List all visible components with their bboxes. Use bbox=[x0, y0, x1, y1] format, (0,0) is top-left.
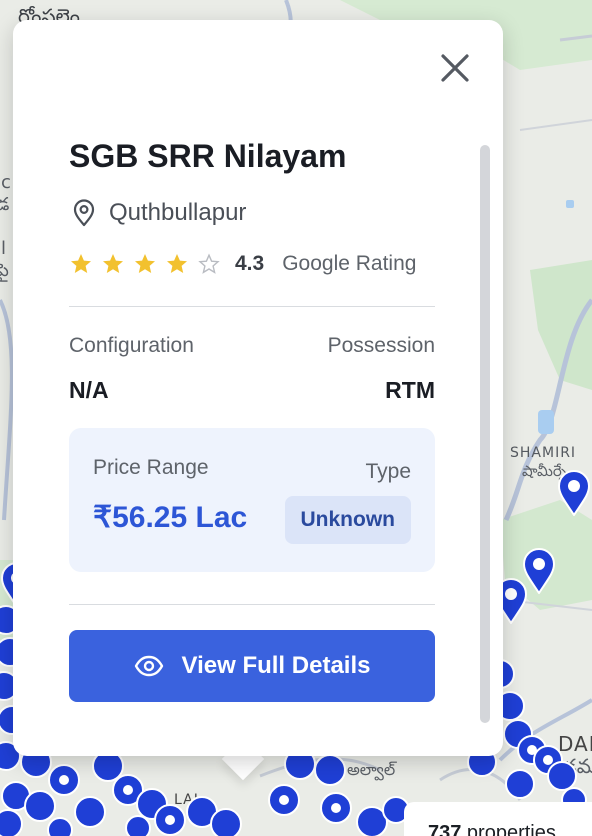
property-location: Quthbullapur bbox=[69, 198, 246, 228]
view-full-details-label: View Full Details bbox=[181, 652, 371, 679]
close-icon bbox=[441, 54, 469, 82]
location-text: Quthbullapur bbox=[109, 199, 247, 226]
property-count-chip: 737 properties bbox=[404, 802, 592, 836]
popup-scrollbar[interactable] bbox=[480, 145, 490, 723]
divider bbox=[69, 604, 435, 605]
property-count: 737 bbox=[428, 822, 462, 836]
star-filled-icon bbox=[135, 254, 155, 273]
possession-label: Possession bbox=[327, 334, 435, 357]
star-filled-icon bbox=[71, 254, 91, 273]
rating-label: Google Rating bbox=[282, 252, 417, 275]
type-label: Type bbox=[365, 460, 411, 483]
divider bbox=[69, 306, 435, 307]
possession-value: RTM bbox=[385, 377, 435, 403]
map-label: డ bbox=[0, 194, 10, 215]
map-label: ll bbox=[0, 238, 7, 259]
price-box: Price Range Type ₹56.25 Lac Unknown bbox=[69, 428, 435, 572]
price-range-value: ₹56.25 Lac bbox=[93, 501, 248, 534]
property-popup-card: SGB SRR Nilayam Quthbullapur 4.3 Google … bbox=[13, 20, 503, 756]
price-range-label: Price Range bbox=[93, 456, 209, 479]
eye-icon bbox=[134, 655, 163, 677]
map-label: పై bbox=[0, 260, 9, 281]
location-pin-icon bbox=[73, 199, 95, 227]
star-filled-icon bbox=[103, 254, 123, 273]
property-count-suffix: properties bbox=[461, 822, 556, 836]
rating-row: 4.3 Google Rating bbox=[69, 252, 416, 276]
map-label: ic bbox=[0, 172, 11, 193]
star-filled-icon bbox=[167, 254, 187, 273]
configuration-value: N/A bbox=[69, 377, 109, 403]
rating-value: 4.3 bbox=[235, 252, 265, 275]
view-full-details-button[interactable]: View Full Details bbox=[69, 630, 435, 702]
map-label-shamirpet: SHAMIRI bbox=[510, 445, 577, 461]
configuration-label: Configuration bbox=[69, 334, 194, 357]
type-badge: Unknown bbox=[284, 496, 411, 544]
close-button[interactable] bbox=[437, 50, 473, 86]
map-pin-icon[interactable] bbox=[557, 470, 591, 516]
star-empty-icon bbox=[198, 253, 220, 274]
property-title: SGB SRR Nilayam bbox=[69, 138, 347, 174]
